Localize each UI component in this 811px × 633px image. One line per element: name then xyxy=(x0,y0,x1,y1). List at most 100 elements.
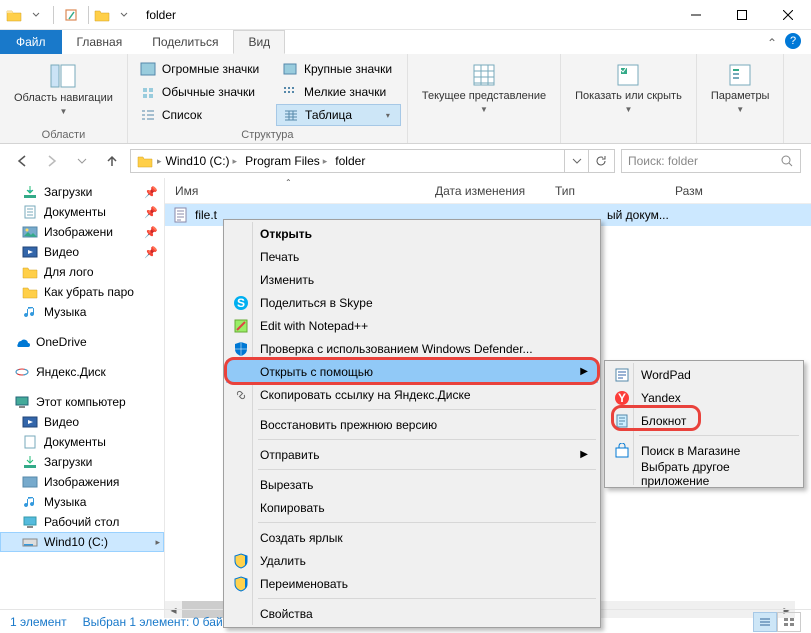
sidebar-item-music[interactable]: Музыка xyxy=(0,492,164,512)
pin-icon: 📌 xyxy=(144,186,158,199)
ctx-restore[interactable]: Восстановить прежнюю версию xyxy=(226,413,598,436)
breadcrumb-segment[interactable]: Wind10 (C:)▸ xyxy=(162,150,242,172)
sidebar-item-desktop[interactable]: Рабочий стол xyxy=(0,512,164,532)
sub-choose-app[interactable]: Выбрать другое приложение xyxy=(607,462,801,485)
window-controls xyxy=(673,0,811,30)
search-input[interactable]: Поиск: folder xyxy=(621,149,801,173)
ctx-properties[interactable]: Свойства xyxy=(226,602,598,625)
close-button[interactable] xyxy=(765,0,811,30)
pin-icon: 📌 xyxy=(144,226,158,239)
sidebar-item-onedrive[interactable]: OneDrive xyxy=(0,332,164,352)
sidebar-item-video[interactable]: Видео xyxy=(0,412,164,432)
back-button[interactable] xyxy=(10,149,34,173)
sort-indicator-icon: ⌃ xyxy=(285,178,292,187)
breadcrumb-segment[interactable]: folder xyxy=(331,150,369,172)
address-dropdown-button[interactable] xyxy=(564,150,588,172)
layout-medium-icons[interactable]: Обычные значки xyxy=(134,81,268,103)
options-label: Параметры xyxy=(711,90,770,103)
sidebar-item-yandex-disk[interactable]: Яндекс.Диск xyxy=(0,362,164,382)
column-headers: Имя Дата изменения Тип Разм xyxy=(165,178,811,204)
ctx-edit[interactable]: Изменить xyxy=(226,268,598,291)
ctx-yandex-link[interactable]: Скопировать ссылку на Яндекс.Диске xyxy=(226,383,598,406)
context-menu: Открыть Печать Изменить SПоделиться в Sk… xyxy=(223,219,601,628)
layout-details[interactable]: Таблица▾ xyxy=(276,104,401,126)
navigation-pane-button[interactable]: Область навигации ▼ xyxy=(6,58,121,127)
maximize-button[interactable] xyxy=(719,0,765,30)
sidebar-item-images[interactable]: Изображени📌 xyxy=(0,222,164,242)
file-tab[interactable]: Файл xyxy=(0,30,62,54)
column-date[interactable]: Дата изменения xyxy=(425,184,545,198)
breadcrumb-segment[interactable]: Program Files▸ xyxy=(241,150,331,172)
up-button[interactable] xyxy=(100,149,124,173)
thumbnails-view-toggle[interactable] xyxy=(777,612,801,632)
window-title: folder xyxy=(146,8,176,22)
ribbon-group-layout: Огромные значки Крупные значки Обычные з… xyxy=(128,54,408,143)
home-tab[interactable]: Главная xyxy=(62,30,138,54)
sidebar-item-images[interactable]: Изображения xyxy=(0,472,164,492)
show-hide-button[interactable]: Показать или скрыть ▼ xyxy=(567,58,690,141)
defender-icon xyxy=(232,340,250,358)
sidebar-item-folder[interactable]: Как убрать паро xyxy=(0,282,164,302)
shield-icon xyxy=(232,575,250,593)
refresh-button[interactable] xyxy=(588,150,612,172)
ribbon-group-current-view: Текущее представление ▼ xyxy=(408,54,561,143)
ctx-send-to[interactable]: Отправить▶ xyxy=(226,443,598,466)
sub-yandex[interactable]: YYandex xyxy=(607,386,801,409)
shield-icon xyxy=(232,552,250,570)
status-item-count: 1 элемент xyxy=(10,615,67,629)
view-mode-toggles xyxy=(753,612,801,632)
navigation-tree[interactable]: Загрузки📌 Документы📌 Изображени📌 Видео📌 … xyxy=(0,178,165,618)
ctx-open[interactable]: Открыть xyxy=(226,222,598,245)
link-icon xyxy=(232,386,250,404)
details-view-toggle[interactable] xyxy=(753,612,777,632)
layout-small-icons[interactable]: Мелкие значки xyxy=(276,81,401,103)
ctx-create-shortcut[interactable]: Создать ярлык xyxy=(226,526,598,549)
column-size[interactable]: Разм xyxy=(665,184,725,198)
help-button[interactable]: ? xyxy=(785,33,801,49)
sidebar-item-this-pc[interactable]: Этот компьютер xyxy=(0,392,164,412)
sidebar-item-music[interactable]: Музыка xyxy=(0,302,164,322)
ctx-skype[interactable]: SПоделиться в Skype xyxy=(226,291,598,314)
sub-wordpad[interactable]: WordPad xyxy=(607,363,801,386)
options-button[interactable]: Параметры ▼ xyxy=(703,58,778,141)
sidebar-item-folder[interactable]: Для лого xyxy=(0,262,164,282)
sidebar-item-documents[interactable]: Документы xyxy=(0,432,164,452)
sidebar-item-video[interactable]: Видео📌 xyxy=(0,242,164,262)
notepad-icon xyxy=(613,412,631,430)
sidebar-item-documents[interactable]: Документы📌 xyxy=(0,202,164,222)
minimize-button[interactable] xyxy=(673,0,719,30)
ctx-rename[interactable]: Переименовать xyxy=(226,572,598,595)
ribbon: Область навигации ▼ Области Огромные зна… xyxy=(0,54,811,144)
qat-dropdown-button[interactable] xyxy=(112,4,136,26)
address-bar[interactable]: ▸ Wind10 (C:)▸ Program Files▸ folder xyxy=(130,149,615,173)
view-tab[interactable]: Вид xyxy=(233,30,285,54)
qat-dropdown-button[interactable] xyxy=(24,4,48,26)
sidebar-item-drive-c[interactable]: Wind10 (C:)▸ xyxy=(0,532,164,552)
notepadpp-icon xyxy=(232,317,250,335)
current-view-button[interactable]: Текущее представление ▼ xyxy=(414,58,554,141)
layout-large-icons[interactable]: Крупные значки xyxy=(276,58,401,80)
current-view-label: Текущее представление xyxy=(422,90,546,103)
column-name[interactable]: Имя xyxy=(165,184,425,198)
pin-icon: 📌 xyxy=(144,246,158,259)
layout-huge-icons[interactable]: Огромные значки xyxy=(134,58,268,80)
ctx-copy[interactable]: Копировать xyxy=(226,496,598,519)
column-type[interactable]: Тип xyxy=(545,184,665,198)
qat-properties-button[interactable] xyxy=(59,4,83,26)
minimize-ribbon-icon[interactable]: ⌃ xyxy=(767,36,777,50)
layout-list[interactable]: Список xyxy=(134,104,268,126)
forward-button[interactable] xyxy=(40,149,64,173)
ctx-delete[interactable]: Удалить xyxy=(226,549,598,572)
sidebar-item-downloads[interactable]: Загрузки📌 xyxy=(0,182,164,202)
ctx-notepadpp[interactable]: Edit with Notepad++ xyxy=(226,314,598,337)
ctx-print[interactable]: Печать xyxy=(226,245,598,268)
ctx-defender[interactable]: Проверка с использованием Windows Defend… xyxy=(226,337,598,360)
recent-locations-button[interactable] xyxy=(70,149,94,173)
sidebar-item-downloads[interactable]: Загрузки xyxy=(0,452,164,472)
sub-notepad[interactable]: Блокнот xyxy=(607,409,801,432)
share-tab[interactable]: Поделиться xyxy=(137,30,233,54)
ribbon-group-panes: Область навигации ▼ Области xyxy=(0,54,128,143)
ctx-cut[interactable]: Вырезать xyxy=(226,473,598,496)
ctx-open-with[interactable]: Открыть с помощью▶ xyxy=(226,360,598,383)
wordpad-icon xyxy=(613,366,631,384)
